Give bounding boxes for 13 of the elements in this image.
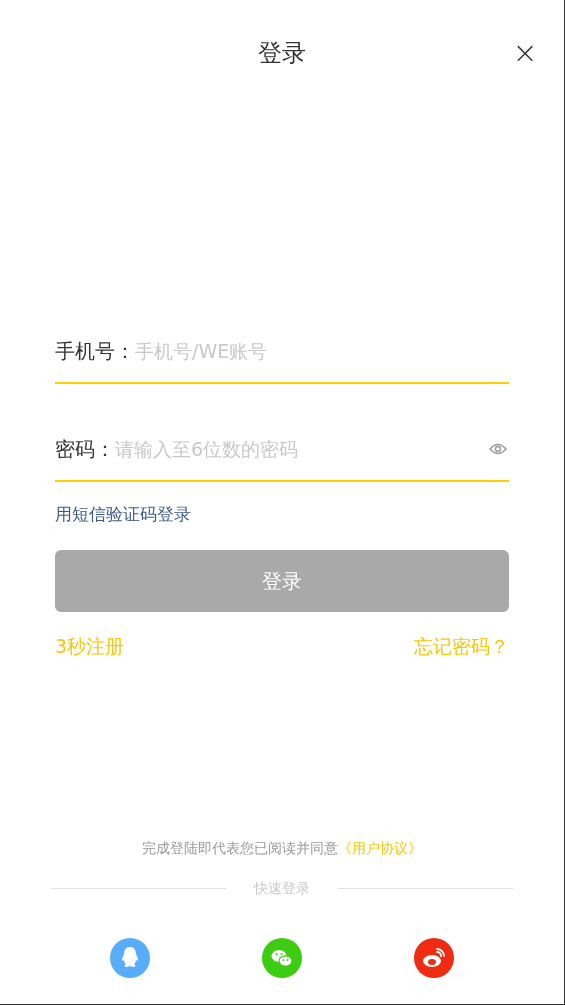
close-button[interactable]: × [510, 38, 540, 68]
eye-icon[interactable] [489, 443, 507, 455]
user-agreement-link[interactable]: 《用户协议》 [338, 840, 422, 856]
field-label: 手机号： [55, 338, 135, 365]
field-label: 密码： [55, 436, 115, 463]
forgot-password-link[interactable]: 忘记密码？ [414, 632, 509, 661]
eye-logo-icon[interactable] [414, 938, 454, 978]
penguin-icon[interactable] [110, 938, 150, 978]
register-link[interactable]: 3秒注册 [55, 632, 125, 661]
page-title: 登录 [258, 38, 306, 69]
chat-bubbles-icon[interactable] [262, 938, 302, 978]
sms-login-link[interactable]: 用短信验证码登录 [55, 502, 509, 526]
agreement-text: 完成登陆即代表您已阅读并同意《用户协议》 [141, 839, 423, 858]
